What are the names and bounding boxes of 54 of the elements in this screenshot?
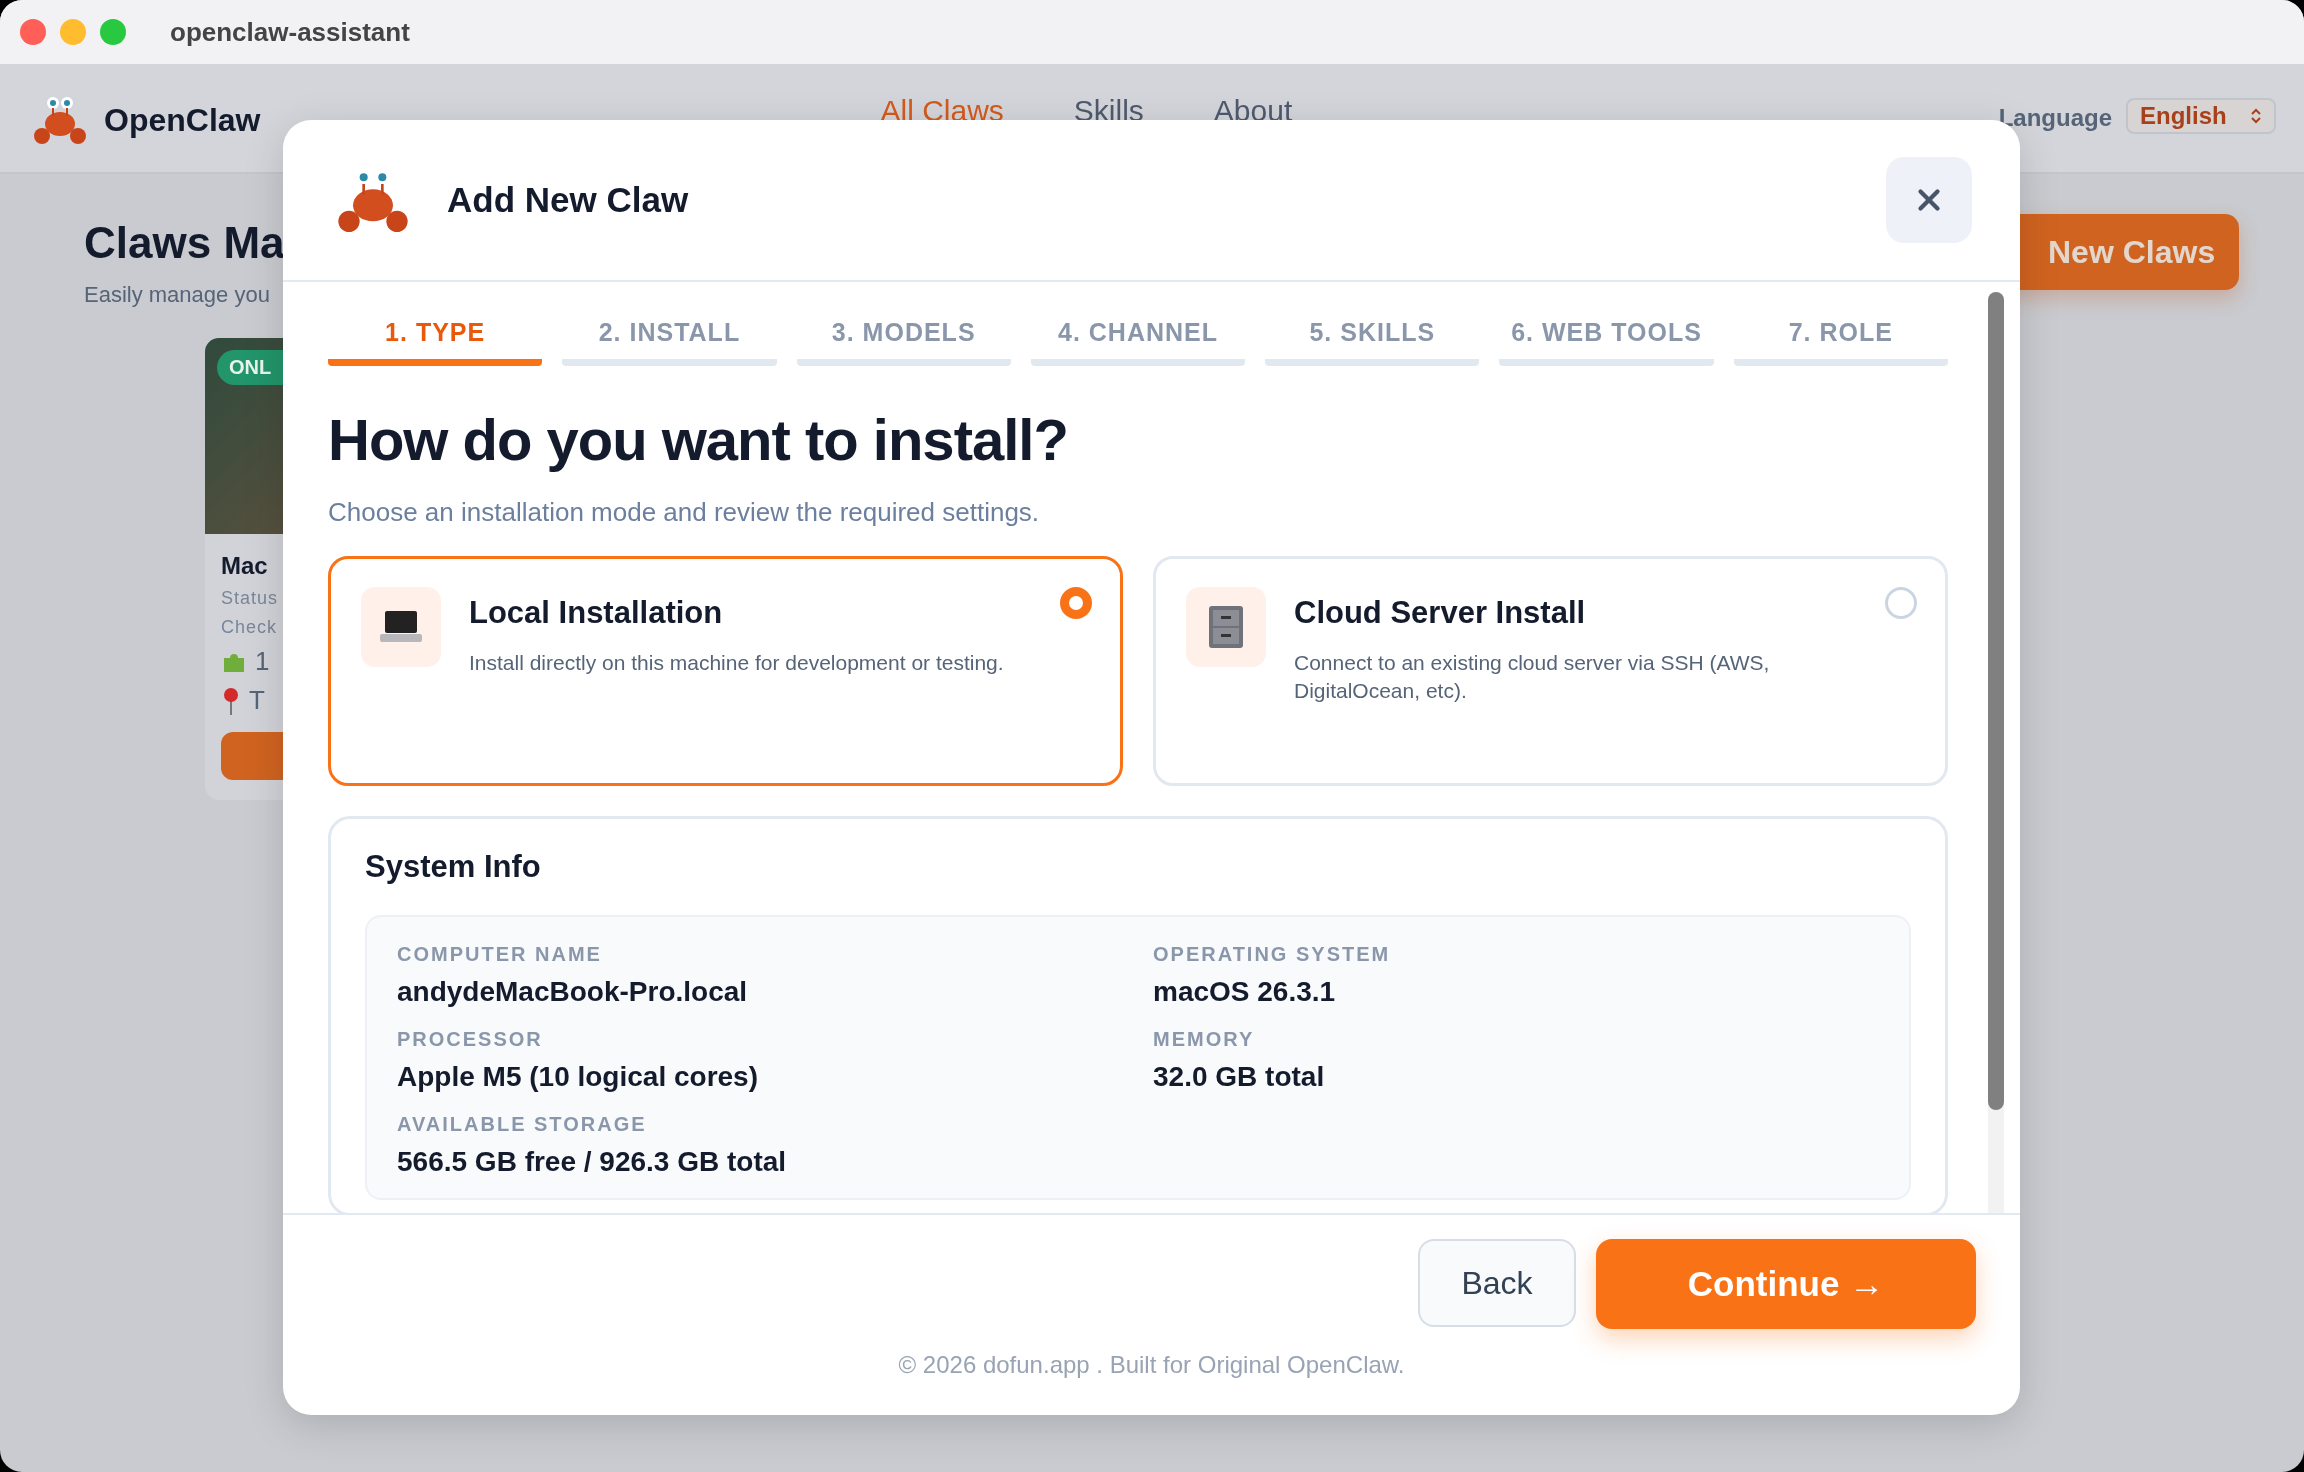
radio-button[interactable] <box>1060 587 1092 619</box>
option-description: Install directly on this machine for development or testing. <box>469 650 1005 676</box>
scrollbar[interactable] <box>1988 292 2004 1213</box>
field-label: AVAILABLE STORAGE <box>397 1113 648 1136</box>
step-tab[interactable]: 7. ROLE <box>1733 318 1948 366</box>
step-tab[interactable]: 6. WEB TOOLS <box>1499 318 1714 366</box>
field-label: COMPUTER NAME <box>397 943 603 966</box>
language-select[interactable]: English <box>2126 98 2276 134</box>
card-title: Mac <box>221 552 269 580</box>
field-label: MEMORY <box>1153 1028 1256 1051</box>
install-option-card[interactable]: Cloud Server Install Connect to an existing cloud server via SSH (AWS, DigitalOcean, etc). <box>1153 556 1948 786</box>
status-badge: ONL <box>217 350 283 385</box>
step-tab[interactable]: 1. TYPE <box>328 318 543 366</box>
brand-name: OpenClaw <box>104 102 261 139</box>
field-label: OPERATING SYSTEM <box>1153 943 1392 966</box>
field-value: 32.0 GB total <box>1153 1061 1326 1093</box>
skills-count: 1 <box>255 646 270 677</box>
continue-button[interactable]: Continue → <box>1596 1239 1976 1329</box>
window-title: openclaw-assistant <box>170 16 410 48</box>
card-checked: Check <box>221 617 279 638</box>
copyright-text: © 2026 dofun.app . Built for Original OpenClaw. <box>898 1351 1405 1379</box>
step-subheading: Choose an installation mode and review the required settings. <box>328 497 1041 528</box>
step-tab[interactable]: 5. SKILLS <box>1265 318 1480 366</box>
laptop-icon <box>379 609 423 645</box>
page-subtitle: Easily manage you <box>84 282 270 308</box>
language-label: Language <box>1998 104 2112 132</box>
install-option-card[interactable]: Local Installation Install directly on this machine for development or testing. <box>328 556 1123 786</box>
card-button[interactable] <box>221 732 283 780</box>
step-tab[interactable]: 4. CHANNEL <box>1030 318 1246 366</box>
page-title: Claws Ma <box>84 218 285 268</box>
option-description: Connect to an existing cloud server via SSH (AWS, DigitalOcean, etc). <box>1294 650 1771 704</box>
back-button[interactable]: Back <box>1418 1239 1576 1327</box>
chevron-updown-icon <box>2250 107 2262 125</box>
close-button[interactable] <box>1886 157 1972 243</box>
field-label: PROCESSOR <box>397 1028 544 1051</box>
step-tab[interactable]: 2. INSTALL <box>562 318 777 366</box>
section-title: System Info <box>365 849 542 885</box>
minimize-window-button[interactable] <box>60 19 86 45</box>
card-location: T <box>249 685 265 716</box>
file-cabinet-icon <box>1207 605 1245 649</box>
radio-button[interactable] <box>1885 587 1917 619</box>
close-window-button[interactable] <box>20 19 46 45</box>
field-value: macOS 26.3.1 <box>1153 976 1337 1008</box>
field-value: 566.5 GB free / 926.3 GB total <box>397 1146 788 1178</box>
step-tab[interactable]: 3. MODELS <box>796 318 1011 366</box>
dialog-title: Add New Claw <box>447 180 689 220</box>
field-value: andydeMacBook-Pro.local <box>397 976 749 1008</box>
option-title: Local Installation <box>469 595 724 631</box>
zoom-window-button[interactable] <box>100 19 126 45</box>
step-heading: How do you want to install? <box>328 406 1069 473</box>
pin-icon <box>221 686 241 715</box>
option-title: Cloud Server Install <box>1294 595 1587 631</box>
field-value: Apple M5 (10 logical cores) <box>397 1061 759 1093</box>
card-status: Status <box>221 588 280 609</box>
